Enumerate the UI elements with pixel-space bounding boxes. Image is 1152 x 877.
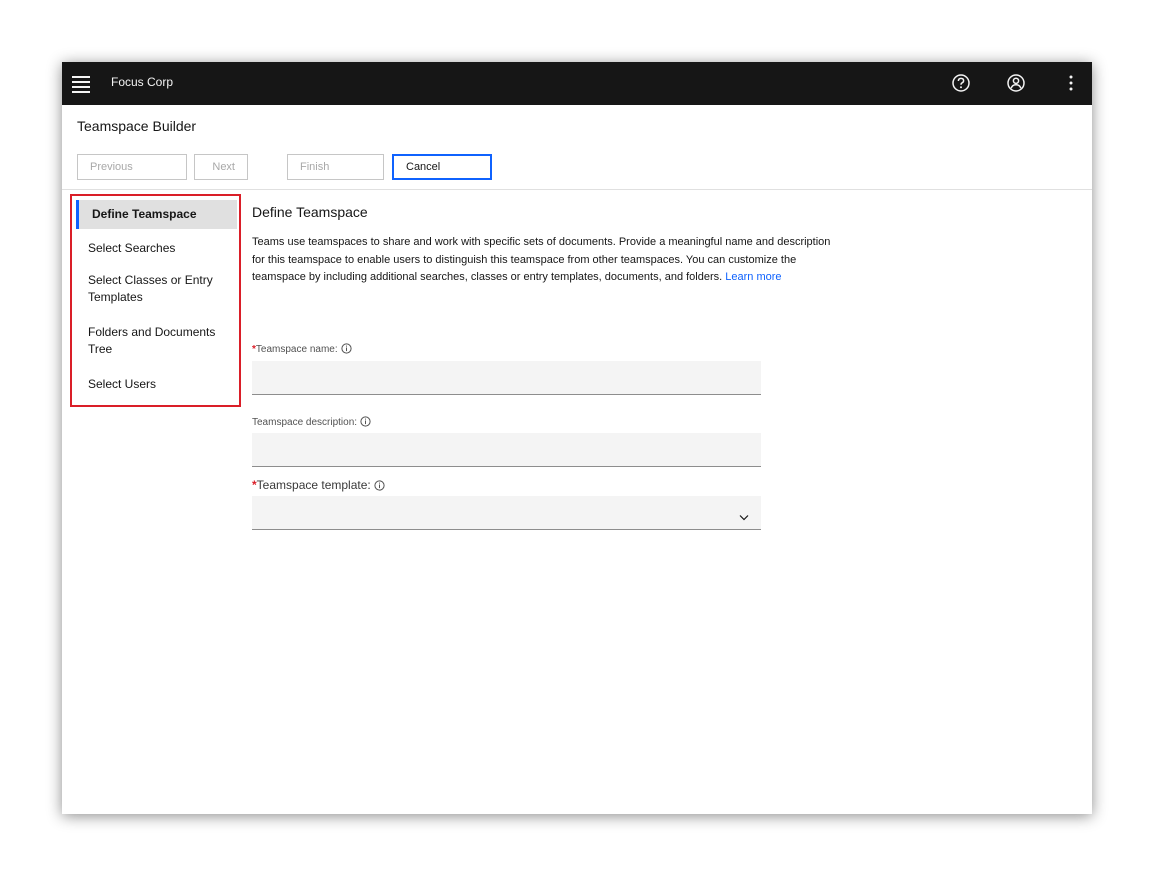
chevron-down-icon — [739, 508, 749, 526]
teamspace-name-label-text: Teamspace name: — [255, 344, 338, 355]
teamspace-template-label-text: Teamspace template: — [256, 478, 371, 492]
cancel-button[interactable]: Cancel — [392, 154, 492, 180]
teamspace-name-input[interactable] — [252, 361, 761, 395]
overflow-menu-icon[interactable] — [1060, 72, 1082, 94]
teamspace-name-label: *Teamspace name: — [252, 343, 352, 357]
previous-button[interactable]: Previous — [77, 154, 187, 180]
user-icon[interactable] — [1005, 72, 1027, 94]
teamspace-template-label: *Teamspace template: — [252, 478, 385, 494]
teamspace-description-input[interactable] — [252, 433, 761, 467]
help-icon[interactable] — [950, 72, 972, 94]
learn-more-link[interactable]: Learn more — [725, 271, 781, 283]
app-window: Focus Corp Teamspace Builder Previous Ne… — [62, 62, 1092, 814]
finish-button[interactable]: Finish — [287, 154, 384, 180]
nav-step-folders-documents[interactable]: Folders and Documents Tree — [76, 324, 237, 358]
info-icon[interactable] — [341, 343, 352, 357]
page-title: Teamspace Builder — [77, 118, 197, 134]
nav-step-define-teamspace[interactable]: Define Teamspace — [76, 200, 237, 229]
nav-step-select-classes[interactable]: Select Classes or Entry Templates — [76, 272, 237, 306]
brand-name: Focus Corp — [111, 75, 174, 89]
teamspace-description-label: Teamspace description: — [252, 416, 371, 430]
section-description: Teams use teamspaces to share and work w… — [252, 234, 842, 287]
info-icon[interactable] — [374, 480, 385, 494]
nav-step-select-users[interactable]: Select Users — [76, 376, 237, 393]
teamspace-description-label-text: Teamspace description: — [252, 417, 358, 428]
toolbar-divider — [62, 189, 1092, 190]
top-bar: Focus Corp — [62, 62, 1092, 105]
info-icon[interactable] — [360, 416, 371, 430]
next-button[interactable]: Next — [194, 154, 248, 180]
section-title: Define Teamspace — [252, 204, 368, 220]
teamspace-template-select[interactable] — [252, 496, 761, 530]
wizard-steps-nav: Define Teamspace Select Searches Select … — [70, 194, 241, 407]
nav-step-select-searches[interactable]: Select Searches — [76, 240, 237, 257]
menu-icon[interactable] — [72, 74, 90, 93]
